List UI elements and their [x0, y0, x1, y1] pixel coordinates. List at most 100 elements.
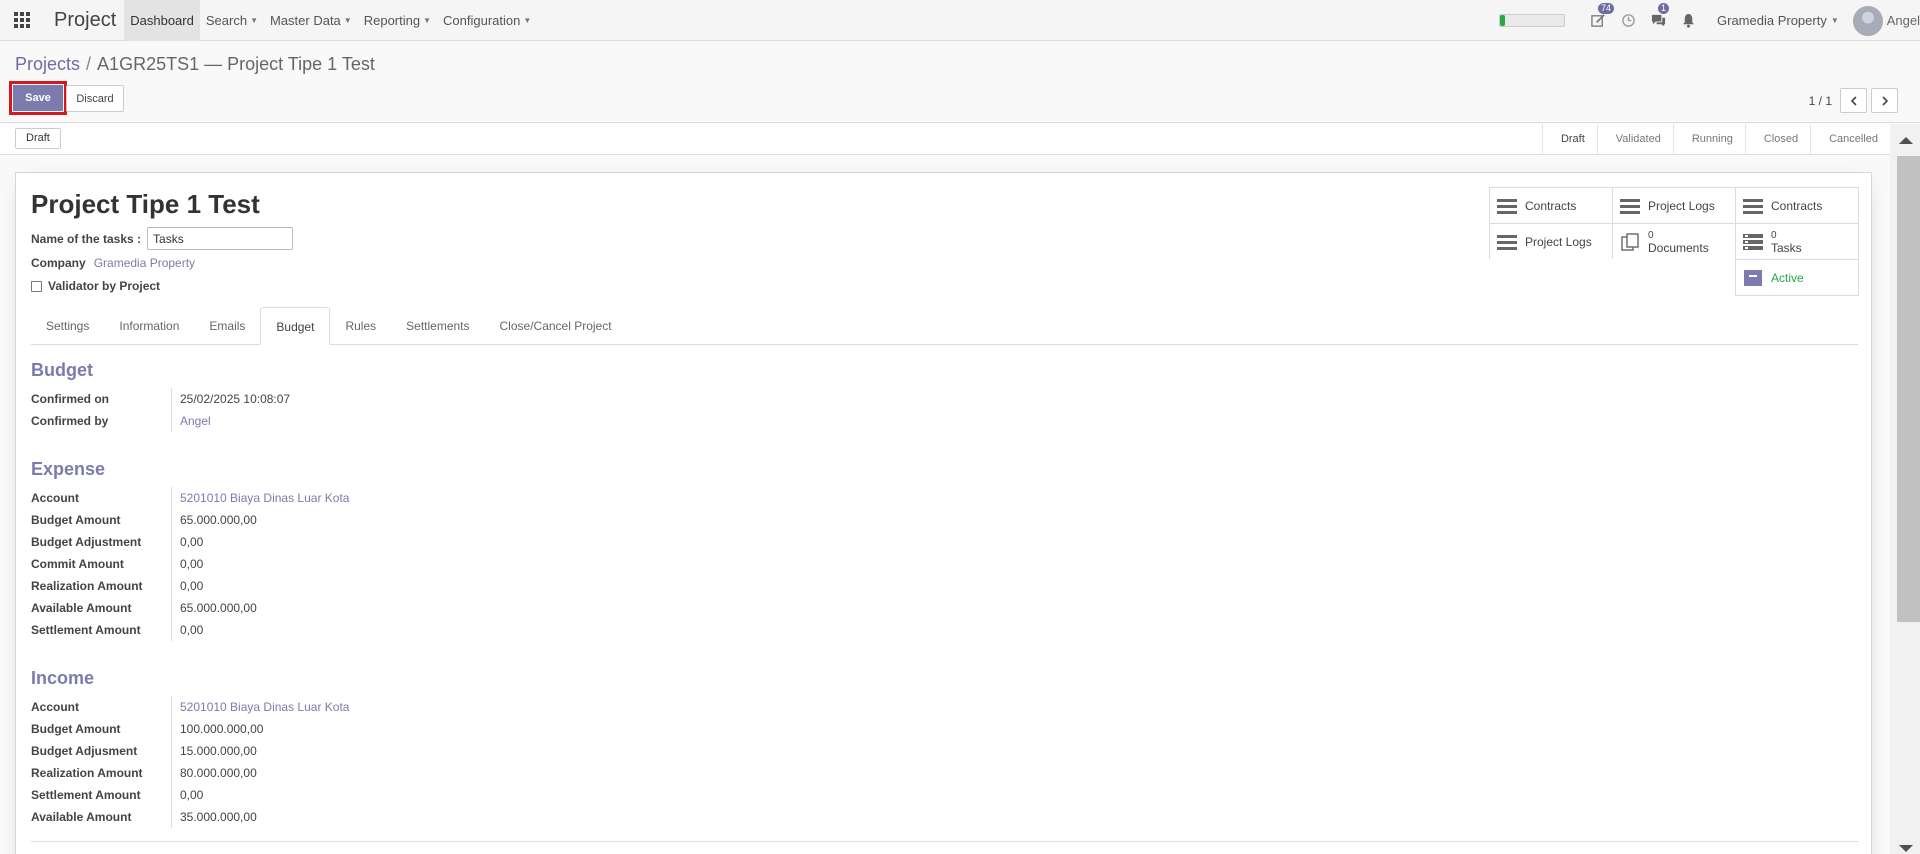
tasks-name-input[interactable] [147, 227, 294, 250]
field-expense-available-amount: Available Amount 65.000.000,00 [31, 597, 631, 619]
company-label: Company [31, 256, 86, 270]
list-icon [1497, 198, 1517, 214]
validator-checkbox[interactable] [31, 280, 42, 292]
company-value[interactable]: Gramedia Property [94, 256, 195, 270]
budget-section-title: Budget [31, 360, 93, 380]
list-icon [1620, 198, 1640, 214]
user-avatar[interactable] [1852, 5, 1883, 36]
validator-label: Validator by Project [48, 279, 161, 293]
active-toggle-button[interactable]: Active [1735, 259, 1859, 296]
tab-close-cancel-project[interactable]: Close/Cancel Project [485, 307, 627, 345]
top-navbar: Project Dashboard Search ▼ Master Data ▼ R… [0, 0, 1920, 41]
bell-icon[interactable] [1673, 0, 1703, 41]
list-icon [1743, 198, 1763, 214]
smart-button-spacer [1612, 259, 1736, 296]
archive-icon [1744, 269, 1762, 286]
tab-information[interactable]: Information [104, 307, 194, 345]
tab-settings[interactable]: Settings [31, 307, 104, 345]
tab-settlements[interactable]: Settlements [391, 307, 484, 345]
documents-count: 0 [1648, 229, 1654, 241]
app-name: Project [54, 8, 117, 31]
messages-badge: 1 [1658, 3, 1670, 14]
stage-cancelled[interactable]: Cancelled [1810, 124, 1890, 154]
caret-down-icon: ▼ [423, 15, 432, 25]
control-panel: Projects / A1GR25TS1 — Project Tipe 1 Te… [0, 41, 1920, 123]
clock-icon[interactable] [1613, 0, 1643, 41]
expense-fields: Account 5201010 Biaya Dinas Luar Kota Bud… [31, 487, 631, 641]
menu-master-data[interactable]: Master Data ▼ [264, 0, 358, 41]
documents-button[interactable]: 0 Documents [1612, 223, 1736, 260]
tab-emails[interactable]: Emails [194, 307, 260, 345]
income-section-title: Income [31, 668, 95, 688]
tasks-icon [1743, 233, 1763, 250]
caret-down-icon: ▼ [1830, 16, 1839, 25]
field-income-budget-adjustment: Budget Adjusment 15.000.000,00 [31, 740, 631, 762]
stage-running[interactable]: Running [1672, 124, 1745, 154]
stage-pipeline: Draft Validated Running Closed Cancelled [1541, 124, 1890, 154]
stage-closed[interactable]: Closed [1744, 124, 1810, 154]
pager-previous-button[interactable] [1840, 88, 1867, 113]
contracts-button-secondary[interactable]: Contracts [1735, 187, 1859, 224]
menu-dashboard[interactable]: Dashboard [124, 0, 200, 41]
statusbar: Draft Draft Validated Running Closed Can… [0, 124, 1890, 155]
scroll-thumb[interactable] [1897, 156, 1920, 622]
field-income-budget-amount: Budget Amount 100.000.000,00 [31, 718, 631, 740]
income-fields: Account 5201010 Biaya Dinas Luar Kota Bud… [31, 696, 631, 828]
company-switcher[interactable]: Gramedia Property ▼ [1717, 13, 1839, 28]
menu-search[interactable]: Search ▼ [200, 0, 264, 41]
progress-fill [1500, 15, 1506, 26]
field-income-settlement-amount: Settlement Amount 0,00 [31, 784, 631, 806]
tasks-name-field: Name of the tasks : [31, 227, 294, 250]
draft-state-button[interactable]: Draft [15, 128, 61, 149]
tab-budget[interactable]: Budget [260, 307, 331, 345]
pager-next-button[interactable] [1871, 88, 1898, 113]
activity-edit-icon[interactable]: 74 [1583, 0, 1615, 41]
breadcrumb-projects[interactable]: Projects [15, 54, 80, 75]
breadcrumb-current: A1GR25TS1 — Project Tipe 1 Test [97, 54, 375, 74]
pager-value[interactable]: 1 / 1 [1809, 94, 1832, 108]
project-logs-button-secondary[interactable]: Project Logs [1489, 223, 1613, 260]
project-logs-button[interactable]: Project Logs [1612, 187, 1736, 224]
notebook-tabs: Settings Information Emails Budget Rules… [31, 307, 1858, 345]
caret-down-icon: ▼ [343, 15, 352, 25]
field-expense-commit-amount: Commit Amount 0,00 [31, 553, 631, 575]
chevron-left-icon [1850, 95, 1857, 106]
discard-button[interactable]: Discard [66, 85, 124, 112]
smart-buttons: Contracts Project Logs Contracts Project… [1489, 187, 1859, 296]
contracts-button[interactable]: Contracts [1489, 187, 1613, 224]
field-expense-realization-amount: Realization Amount 0,00 [31, 575, 631, 597]
menu-reporting[interactable]: Reporting ▼ [358, 0, 437, 41]
expense-section-title: Expense [31, 459, 106, 479]
apps-grid-icon[interactable] [0, 0, 44, 41]
validator-field: Validator by Project [31, 279, 160, 293]
stage-validated[interactable]: Validated [1596, 124, 1673, 154]
stage-draft[interactable]: Draft [1541, 124, 1597, 154]
tasks-count: 0 [1771, 229, 1777, 241]
messages-icon[interactable]: 1 [1643, 0, 1673, 41]
list-icon [1497, 234, 1517, 250]
tasks-label: Tasks [1771, 240, 1802, 255]
breadcrumb-separator: / [86, 54, 92, 74]
activities-badge: 74 [1598, 3, 1615, 14]
field-income-realization-amount: Realization Amount 80.000.000,00 [31, 762, 631, 784]
smart-button-spacer [1489, 259, 1613, 296]
scroll-up-icon[interactable] [1899, 137, 1913, 144]
field-income-account: Account 5201010 Biaya Dinas Luar Kota [31, 696, 631, 718]
vertical-scrollbar[interactable] [1890, 124, 1920, 854]
tab-rules[interactable]: Rules [330, 307, 391, 345]
menu-configuration[interactable]: Configuration ▼ [437, 0, 537, 41]
tasks-button[interactable]: 0 Tasks [1735, 223, 1859, 260]
caret-down-icon: ▼ [250, 15, 258, 25]
scroll-down-icon[interactable] [1899, 845, 1913, 852]
budget-fields: Confirmed on 25/02/2025 10:08:07 Confirme… [31, 388, 631, 432]
section-divider [31, 841, 1858, 842]
form-sheet: Project Tipe 1 Test Name of the tasks : … [15, 172, 1872, 854]
user-name[interactable]: Angel [1887, 13, 1920, 28]
progress-bar[interactable] [1499, 14, 1565, 27]
field-expense-settlement-amount: Settlement Amount 0,00 [31, 619, 631, 641]
save-button[interactable]: Save [9, 81, 67, 115]
field-confirmed-by: Confirmed by Angel [31, 410, 631, 432]
tasks-name-label: Name of the tasks : [31, 231, 142, 246]
documents-label: Documents [1648, 240, 1709, 255]
field-expense-account: Account 5201010 Biaya Dinas Luar Kota [31, 487, 631, 509]
